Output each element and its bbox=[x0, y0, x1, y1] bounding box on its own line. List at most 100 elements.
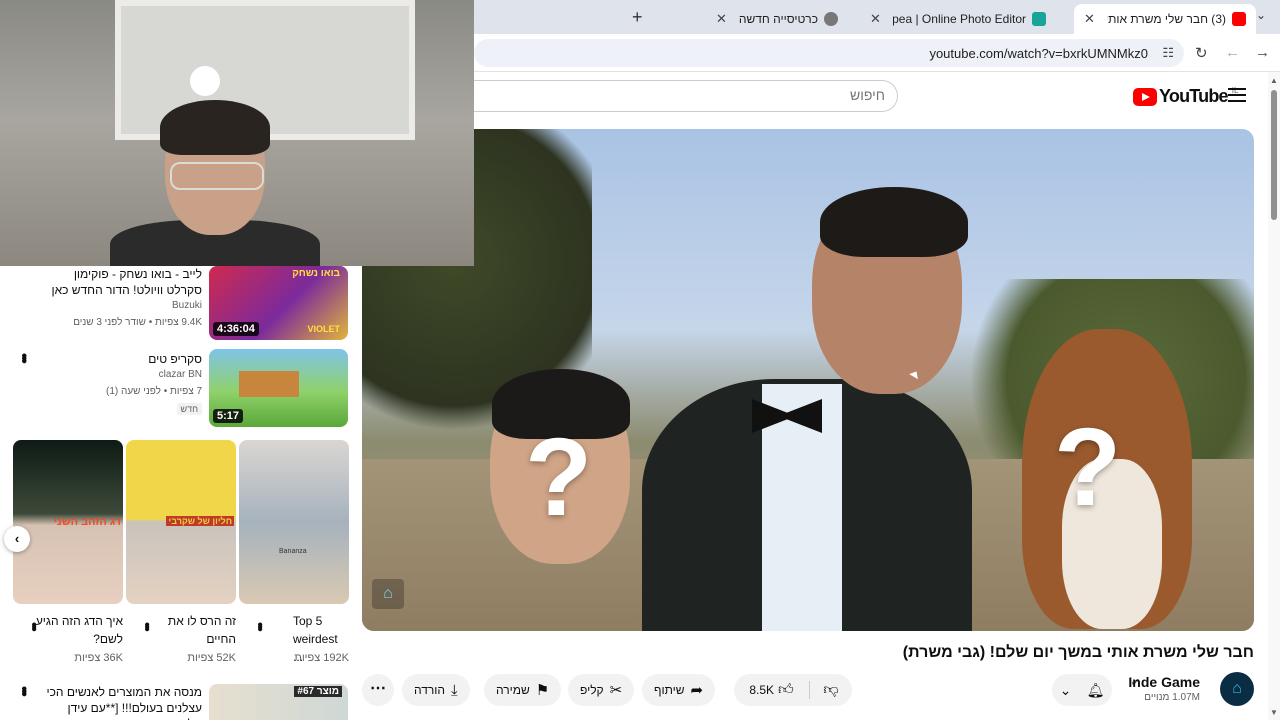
thumbnail-caption: Bananza bbox=[279, 548, 307, 555]
like-button[interactable]: 👍︎ 8.5K bbox=[734, 681, 810, 699]
search-input[interactable] bbox=[505, 87, 885, 103]
url-text[interactable]: youtube.com/watch?v=bxrkUMNMkz0 bbox=[929, 46, 1148, 61]
tab-title: כרטיסייה חדשה bbox=[738, 12, 818, 26]
short-thumbnail[interactable]: דג הזהב השני bbox=[13, 440, 123, 604]
tab-youtube[interactable]: (3) חבר שלי משרת אותי במ ✕ bbox=[1074, 4, 1256, 34]
site-settings-icon[interactable]: ☷ bbox=[1162, 45, 1174, 61]
tab-title: (3) חבר שלי משרת אותי במ bbox=[1106, 12, 1226, 26]
webcam-overlay bbox=[0, 0, 474, 266]
scene-man-hair bbox=[820, 187, 968, 257]
like-count: 8.5K bbox=[749, 683, 774, 697]
thumbnail-caption: חליון של שקרבי bbox=[166, 516, 234, 526]
new-tab-icon[interactable]: + bbox=[632, 7, 643, 28]
related-videos: בואו נשחק VIOLET 4:36:04 לייב - בואו נשח… bbox=[0, 266, 360, 720]
video-thumbnail[interactable]: מוצר #67 bbox=[209, 684, 348, 720]
thumbnail-caption: בואו נשחק bbox=[292, 268, 340, 279]
share-icon: ➦ bbox=[690, 682, 704, 699]
question-mark-overlay: ? bbox=[525, 416, 593, 539]
more-options-icon[interactable]: ••• bbox=[14, 686, 32, 694]
short-item[interactable]: דג הזהב השני איך הדג הזה הגיע לשם? 36K צ… bbox=[13, 440, 123, 664]
channel-name[interactable]: Buzuki bbox=[172, 300, 202, 311]
short-views: 52K צפיות bbox=[187, 652, 236, 664]
webcam-person-hair bbox=[160, 100, 270, 155]
short-title[interactable]: איך הדג הזה הגיע לשם? bbox=[33, 612, 123, 648]
chevron-left-icon[interactable]: ‹ bbox=[4, 526, 30, 552]
video-thumbnail[interactable]: 5:17 bbox=[209, 349, 348, 427]
channel-name[interactable]: clazar BN bbox=[159, 369, 202, 380]
video-title[interactable]: מנסה את המוצרים לאנשים הכי עצלנים בעולם!… bbox=[42, 684, 202, 720]
webcam-light bbox=[190, 66, 220, 96]
chevron-down-icon[interactable]: ⌄ bbox=[1256, 8, 1266, 22]
question-mark-overlay: ? bbox=[1054, 406, 1122, 529]
page-scrollbar[interactable]: ▲ ▼ bbox=[1268, 72, 1280, 720]
chevron-down-icon: ⌄ bbox=[1059, 681, 1072, 698]
close-icon[interactable]: ✕ bbox=[870, 11, 881, 27]
search-box[interactable] bbox=[474, 80, 898, 112]
channel-watermark-icon[interactable]: ⌂ bbox=[372, 579, 404, 609]
duration-badge: 4:36:04 bbox=[213, 322, 259, 336]
subscriber-count: 1.07M מנויים bbox=[1144, 692, 1200, 703]
video-title[interactable]: לייב - בואו נשחק - פוקימון סקרלט וויולט!… bbox=[42, 266, 202, 298]
youtube-wordmark: YouTube bbox=[1159, 86, 1229, 106]
webcam-person-glasses bbox=[170, 162, 264, 190]
thumbnail-caption: VIOLET bbox=[307, 324, 340, 334]
thumbs-up-icon: 👍︎ bbox=[778, 681, 794, 698]
video-player[interactable]: ? ? ⌂ bbox=[362, 129, 1254, 631]
more-options-icon[interactable]: ••• bbox=[14, 353, 32, 361]
thumbnail-caption: דג הזהב השני bbox=[53, 516, 121, 528]
video-thumbnail[interactable]: בואו נשחק VIOLET 4:36:04 bbox=[209, 266, 348, 340]
tab-title: Photopea | Online Photo Editor bbox=[892, 12, 1026, 26]
reload-icon[interactable]: ↻ bbox=[1195, 44, 1208, 62]
thumbnail-caption: מוצר #67 bbox=[294, 686, 342, 697]
bell-icon: 🔔︎ bbox=[1086, 681, 1105, 698]
more-options-icon[interactable]: ••• bbox=[25, 622, 42, 629]
scrollbar-thumb[interactable] bbox=[1271, 90, 1277, 220]
back-arrow-icon[interactable]: ← bbox=[1225, 44, 1240, 61]
youtube-favicon-icon bbox=[1232, 12, 1246, 26]
more-options-icon[interactable]: ••• bbox=[138, 622, 155, 629]
menu-icon[interactable] bbox=[1228, 88, 1246, 102]
clip-button[interactable]: ✂ קליפ bbox=[568, 674, 635, 706]
dislike-button[interactable]: 👎︎ bbox=[810, 681, 852, 699]
youtube-play-icon bbox=[1133, 87, 1157, 106]
chrome-favicon-icon bbox=[824, 12, 838, 26]
video-title: חבר שלי משרת אותי במשך יום שלם! (גבי משר… bbox=[902, 644, 1254, 661]
tab-new-tab[interactable]: כרטיסייה חדשה ✕ bbox=[662, 4, 848, 34]
tab-photopea[interactable]: Photopea | Online Photo Editor ✕ bbox=[860, 4, 1056, 34]
video-meta: 7 צפיות • לפני שעה (1) bbox=[106, 386, 202, 397]
share-label: שיתוף bbox=[654, 683, 685, 697]
save-label: שמירה bbox=[496, 683, 530, 697]
roblox-scene bbox=[239, 371, 299, 397]
short-thumbnail[interactable]: חליון של שקרבי bbox=[126, 440, 236, 604]
photopea-favicon-icon bbox=[1032, 12, 1046, 26]
close-icon[interactable]: ✕ bbox=[1084, 11, 1095, 27]
short-views: 36K צפיות bbox=[74, 652, 123, 664]
new-badge: חדש bbox=[176, 403, 202, 415]
short-item[interactable]: Bananza Top 5 weirdest ... 192K צפיות ••… bbox=[239, 440, 349, 664]
screen: (3) חבר שלי משרת אותי במ ✕ Photopea | On… bbox=[0, 0, 1280, 720]
shorts-shelf: Bananza Top 5 weirdest ... 192K צפיות ••… bbox=[0, 440, 360, 680]
channel-avatar[interactable]: ⌂ bbox=[1220, 672, 1254, 706]
share-button[interactable]: ➦ שיתוף bbox=[642, 674, 716, 706]
forward-arrow-icon[interactable]: → bbox=[1255, 44, 1270, 61]
channel-name[interactable]: Inde Game bbox=[1128, 674, 1200, 690]
like-dislike-group: 👎︎ 👍︎ 8.5K bbox=[734, 674, 852, 706]
save-button[interactable]: ⚑ שמירה bbox=[484, 674, 562, 706]
video-title[interactable]: סקריפ טים bbox=[42, 351, 202, 367]
short-title[interactable]: זה הרס לו את החיים bbox=[160, 612, 236, 648]
scissors-icon: ✂ bbox=[609, 682, 623, 699]
address-bar[interactable]: youtube.com/watch?v=bxrkUMNMkz0 ☷ bbox=[474, 39, 1184, 67]
download-label: הורדה bbox=[414, 683, 446, 697]
youtube-logo[interactable]: YouTube IL bbox=[1133, 86, 1238, 107]
short-item[interactable]: חליון של שקרבי זה הרס לו את החיים 52K צפ… bbox=[126, 440, 236, 664]
scroll-down-icon[interactable]: ▼ bbox=[1270, 708, 1278, 717]
subscription-bell-button[interactable]: ⌄ 🔔︎ bbox=[1052, 674, 1112, 706]
scroll-up-icon[interactable]: ▲ bbox=[1270, 76, 1278, 85]
short-thumbnail[interactable]: Bananza bbox=[239, 440, 349, 604]
duration-badge: 5:17 bbox=[213, 409, 244, 423]
download-button[interactable]: ⤓ הורדה bbox=[402, 674, 470, 706]
more-actions-button[interactable]: ⋯ bbox=[362, 674, 394, 706]
close-icon[interactable]: ✕ bbox=[716, 11, 727, 27]
more-options-icon[interactable]: ••• bbox=[251, 622, 268, 629]
bookmark-icon: ⚑ bbox=[535, 682, 550, 699]
